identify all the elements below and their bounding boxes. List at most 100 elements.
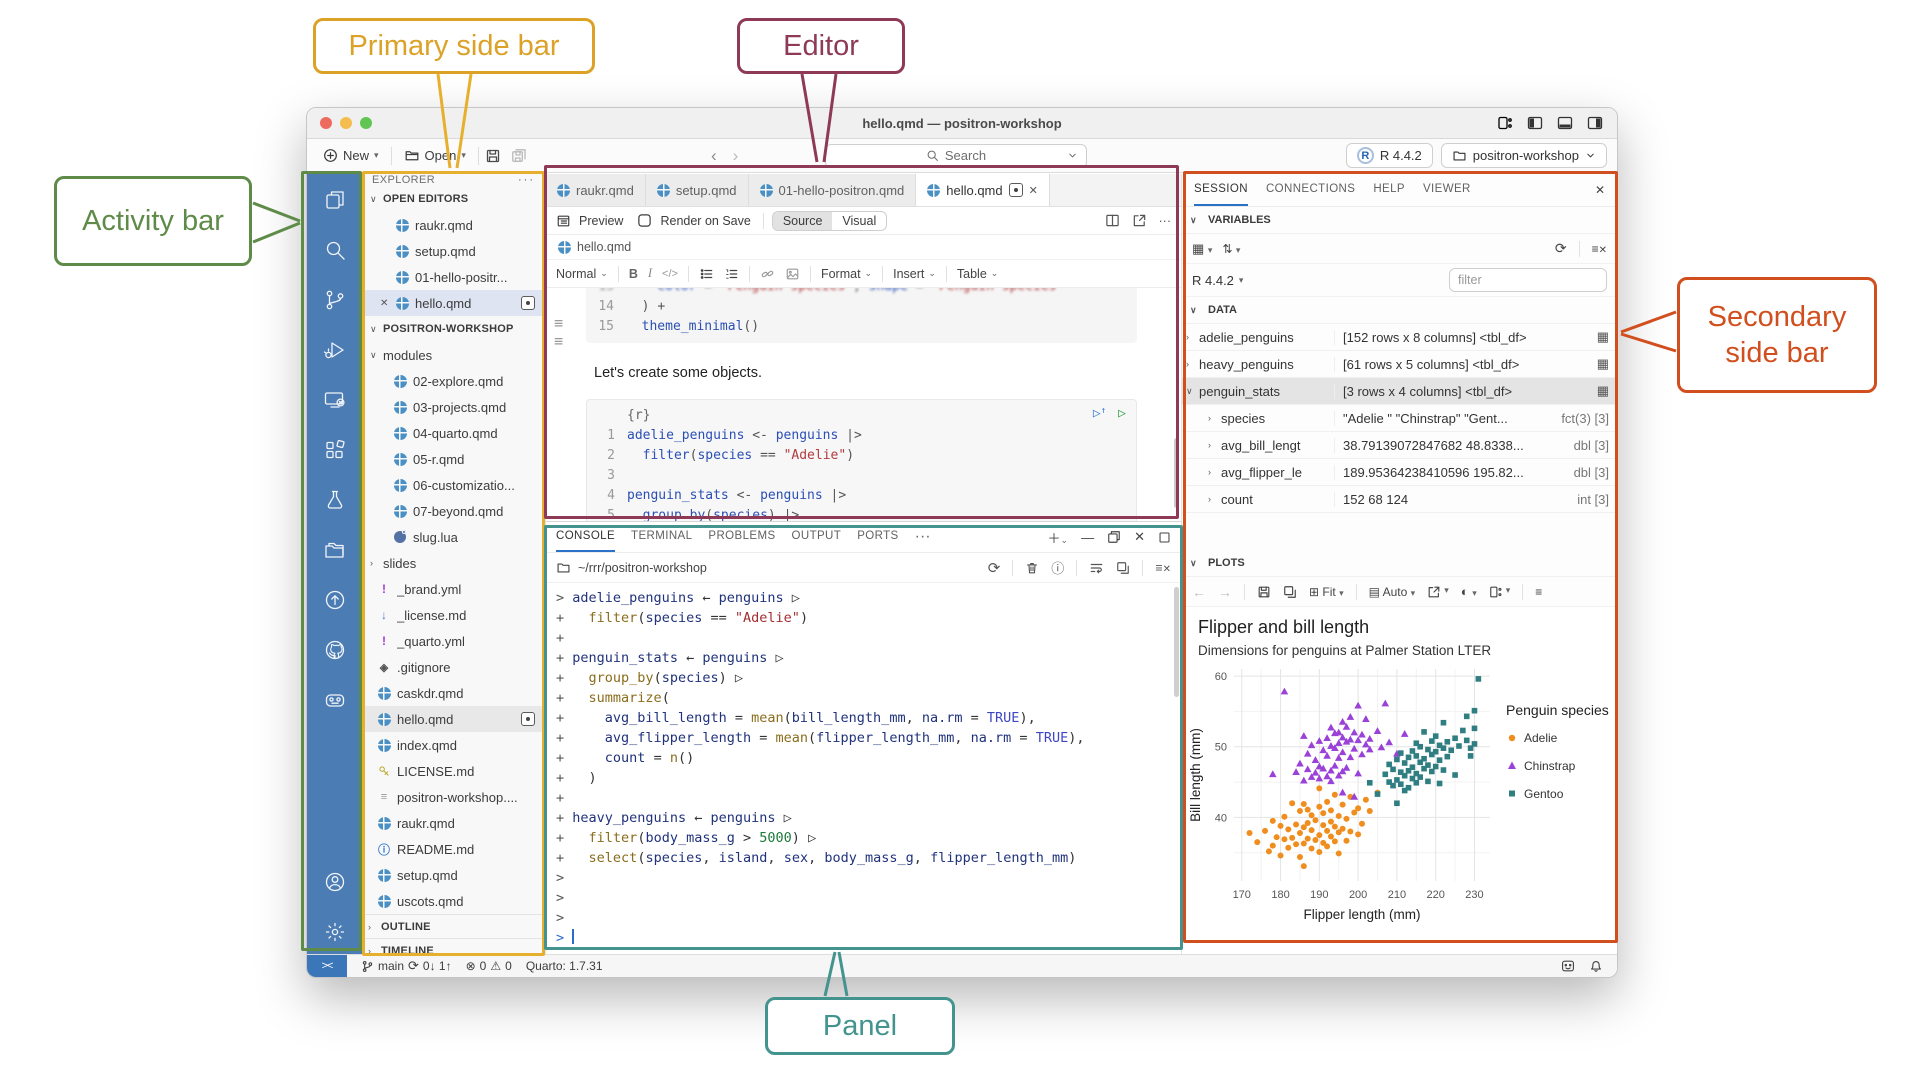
tree-file-setup-qmd[interactable]: setup.qmd	[362, 862, 545, 888]
quarto-version-item[interactable]: Quarto: 1.7.31	[526, 959, 603, 973]
secondary-tab-viewer[interactable]: VIEWER	[1423, 174, 1471, 206]
clear-variables-icon[interactable]: ≡✕	[1592, 242, 1607, 256]
variables-sort-icon[interactable]: ⇅ ▾	[1222, 242, 1240, 256]
settings-icon[interactable]	[321, 918, 349, 946]
r-console-output[interactable]: > adelie_penguins ← penguins ▷+ filter(s…	[546, 583, 1181, 954]
bold-button[interactable]: B	[629, 267, 638, 281]
open-editors-header[interactable]: ∨OPEN EDITORS	[362, 186, 545, 212]
plot-history-icon[interactable]: ≡	[1535, 585, 1542, 599]
data-section-header[interactable]: ∨DATA	[1182, 297, 1617, 324]
notifications-bell-icon[interactable]	[1589, 959, 1603, 973]
panel-tab-terminal[interactable]: TERMINAL	[631, 522, 692, 552]
open-editor-item[interactable]: raukr.qmd	[362, 212, 545, 238]
save-plot-icon[interactable]	[1257, 585, 1271, 599]
code-chunk-end[interactable]: 13 color = "Penguin species", shape = "P…	[586, 288, 1137, 343]
panel-tab-ports[interactable]: PORTS	[857, 522, 898, 552]
close-panel-icon[interactable]: ✕	[1134, 529, 1145, 545]
tree-file-05-r-qmd[interactable]: 05-r.qmd	[362, 446, 545, 472]
publish-icon[interactable]	[321, 586, 349, 614]
editor-more-actions-icon[interactable]: ···	[1159, 214, 1172, 228]
feedback-smiley-icon[interactable]	[1561, 959, 1575, 973]
console-info-icon[interactable]: ⓘ	[1051, 558, 1064, 577]
tree-file-slug-lua[interactable]: slug.lua	[362, 524, 545, 550]
variables-grid-icon[interactable]: ▦ ▾	[1192, 241, 1212, 257]
console-session-icon[interactable]	[321, 386, 349, 414]
refresh-variables-icon[interactable]: ⟳	[1555, 240, 1567, 257]
format-dropdown[interactable]: Format⌄	[821, 267, 872, 281]
search-icon[interactable]	[321, 236, 349, 264]
next-plot-icon[interactable]: →	[1218, 584, 1232, 600]
tree-file--gitignore[interactable]: ◈.gitignore	[362, 654, 545, 680]
close-tab-icon[interactable]: ✕	[1029, 184, 1038, 197]
save-icon[interactable]	[485, 148, 501, 164]
source-control-icon[interactable]	[321, 286, 349, 314]
variable-row-penguin-stats[interactable]: ∨penguin_stats[3 rows x 4 columns] <tbl_…	[1182, 378, 1617, 405]
secondary-tab-connections[interactable]: CONNECTIONS	[1266, 174, 1355, 206]
save-all-icon[interactable]	[511, 148, 527, 164]
open-data-viewer-icon[interactable]: ▦	[1597, 356, 1609, 372]
paragraph-style-dropdown[interactable]: Normal⌄	[556, 267, 608, 281]
remote-indicator[interactable]: ><	[307, 955, 347, 977]
secondary-tab-help[interactable]: HELP	[1373, 174, 1405, 206]
maximize-panel-icon[interactable]	[1158, 531, 1171, 544]
open-editor-item[interactable]: 01-hello-positr...	[362, 264, 545, 290]
table-dropdown[interactable]: Table⌄	[957, 267, 998, 281]
explorer-more-actions-icon[interactable]: ···	[518, 174, 535, 186]
timeline-section-header[interactable]: ›TIMELINE	[362, 938, 545, 954]
panel-tab-console[interactable]: CONSOLE	[556, 522, 615, 552]
editor-paragraph[interactable]: Let's create some objects.	[594, 365, 1181, 381]
toggle-panel-icon[interactable]	[1557, 115, 1573, 131]
close-editor-icon[interactable]: ✕	[380, 298, 394, 309]
plot-layout-icon[interactable]: ▾	[1489, 585, 1511, 599]
workspace-selector[interactable]: positron-workshop	[1441, 143, 1607, 168]
tree-file-04-quarto-qmd[interactable]: 04-quarto.qmd	[362, 420, 545, 446]
fit-plot-icon[interactable]: ⊞ Fit ▾	[1309, 585, 1344, 599]
visual-mode-button[interactable]: Visual	[832, 212, 886, 230]
close-secondary-icon[interactable]: ✕	[1595, 183, 1605, 197]
navigate-forward-icon[interactable]: ›	[733, 146, 739, 166]
italic-button[interactable]: I	[648, 266, 652, 281]
account-icon[interactable]	[321, 868, 349, 896]
explorer-icon[interactable]	[321, 186, 349, 214]
breadcrumb[interactable]: hello.qmd	[546, 235, 1181, 260]
run-debug-icon[interactable]	[321, 336, 349, 364]
testing-icon[interactable]	[321, 486, 349, 514]
editor-tab-01-hello-positron-qmd[interactable]: 01-hello-positron.qmd	[749, 174, 917, 206]
tree-file-positron-workshop-[interactable]: ≡positron-workshop....	[362, 784, 545, 810]
tree-folder-slides[interactable]: ›slides	[362, 550, 545, 576]
open-editor-item[interactable]: ✕hello.qmd	[362, 290, 545, 316]
insert-dropdown[interactable]: Insert⌄	[893, 267, 936, 281]
secondary-tab-session[interactable]: SESSION	[1194, 174, 1248, 206]
tree-folder-modules[interactable]: ∨modules	[362, 342, 545, 368]
toggle-primary-sidebar-icon[interactable]	[1527, 115, 1543, 131]
tree-file-hello-qmd[interactable]: hello.qmd	[362, 706, 545, 732]
working-directory-path[interactable]: ~/rrr/positron-workshop	[578, 561, 707, 575]
tree-file-caskdr-qmd[interactable]: caskdr.qmd	[362, 680, 545, 706]
block-drag-handle-icon[interactable]: ≡≡	[554, 314, 563, 350]
visual-editor-content[interactable]: ≡≡ 13 color = "Penguin species", shape =…	[546, 288, 1181, 521]
search-dropdown-icon[interactable]	[1067, 150, 1078, 161]
variables-section-header[interactable]: ∨VARIABLES	[1182, 207, 1617, 234]
editor-tab-raukr-qmd[interactable]: raukr.qmd	[546, 174, 646, 206]
customize-layout-icon[interactable]	[1497, 115, 1513, 131]
tree-file-uscots-qmd[interactable]: uscots.qmd	[362, 888, 545, 914]
run-above-icon[interactable]: ▷↑	[1093, 406, 1106, 421]
tree-file-07-beyond-qmd[interactable]: 07-beyond.qmd	[362, 498, 545, 524]
previous-plot-icon[interactable]: ←	[1192, 584, 1206, 600]
render-on-save-checkbox[interactable]	[637, 213, 652, 228]
panel-tab-problems[interactable]: PROBLEMS	[708, 522, 775, 552]
word-wrap-icon[interactable]	[1089, 561, 1104, 575]
clear-console-icon[interactable]: ≡✕	[1155, 561, 1171, 575]
tree-file-02-explore-qmd[interactable]: 02-explore.qmd	[362, 368, 545, 394]
preview-button[interactable]: Preview	[579, 214, 623, 228]
restart-r-icon[interactable]: ⟳	[988, 559, 1001, 577]
split-editor-icon[interactable]	[1105, 213, 1120, 228]
open-editor-item[interactable]: setup.qmd	[362, 238, 545, 264]
open-data-viewer-icon[interactable]: ▦	[1597, 383, 1609, 399]
variable-row-count[interactable]: ›count152 68 124int [3]	[1182, 486, 1617, 513]
global-search-box[interactable]: Search	[825, 144, 1087, 168]
editor-scrollbar[interactable]	[1174, 438, 1179, 508]
editor-tab-hello-qmd[interactable]: hello.qmd✕	[916, 174, 1050, 206]
variable-row-species[interactable]: ›species"Adelie " "Chinstrap" "Gent...fc…	[1182, 405, 1617, 432]
open-plot-in-window-icon[interactable]: ▾	[1427, 585, 1449, 599]
